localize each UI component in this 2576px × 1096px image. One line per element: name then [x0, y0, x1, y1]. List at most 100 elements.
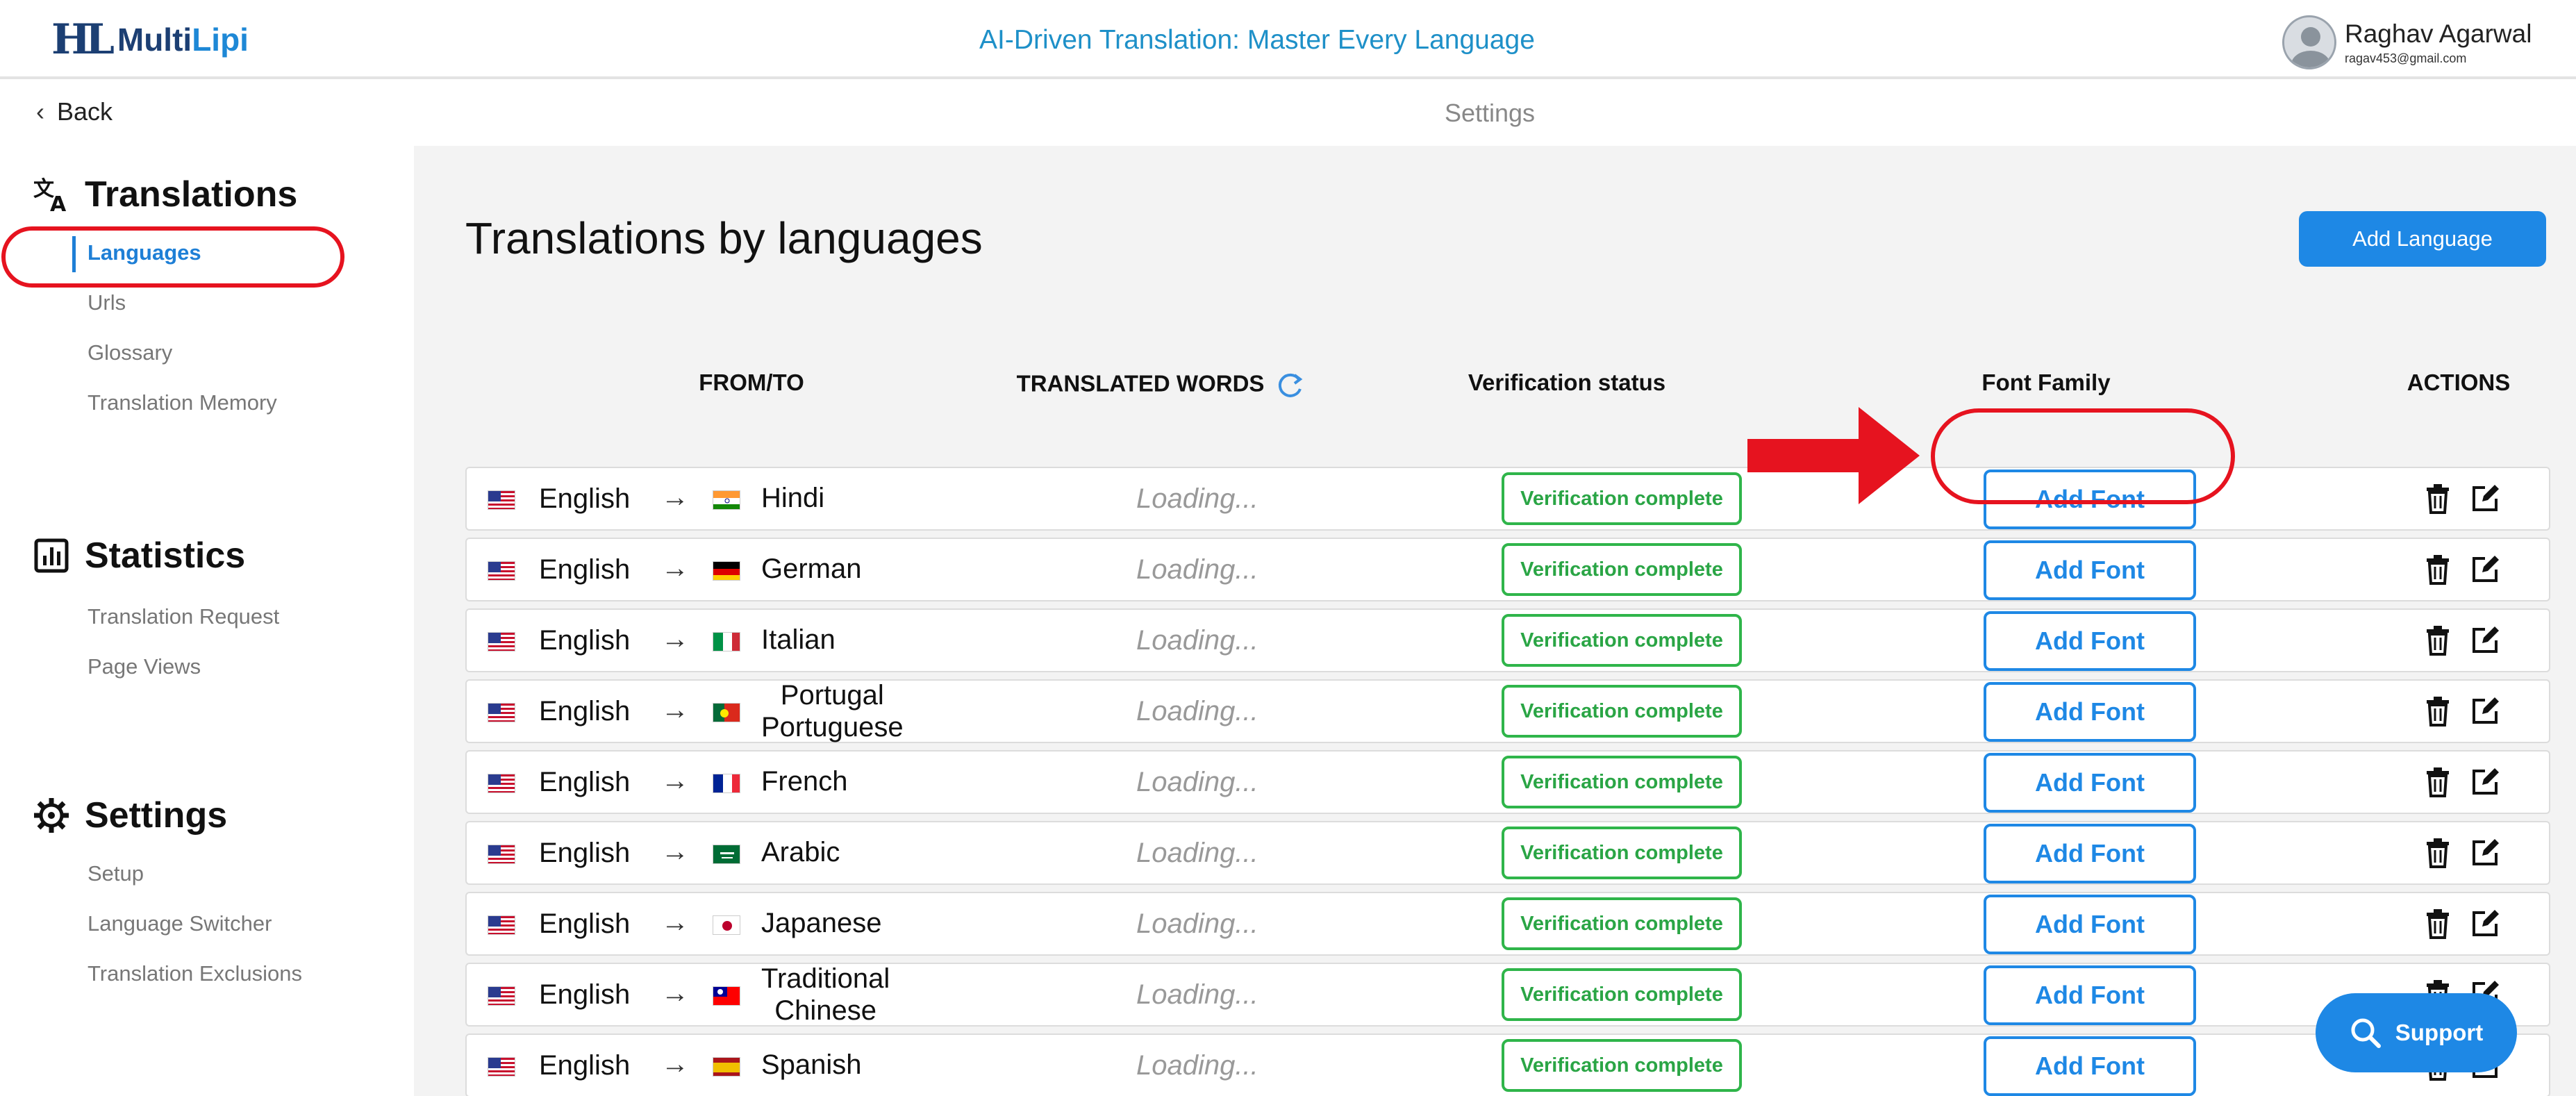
column-header-font-family: Font Family [1981, 370, 2111, 395]
verification-status-badge: Verification complete [1502, 897, 1742, 950]
target-language-line: Chinese [774, 995, 877, 1026]
refresh-icon[interactable] [1274, 370, 1306, 401]
source-language: English [539, 554, 631, 585]
trash-icon[interactable] [2424, 838, 2452, 868]
translate-icon: 文 A [33, 177, 67, 214]
sidebar-item-translation-request[interactable]: Translation Request [88, 604, 279, 629]
table-row: English → French Loading... Verification com… [465, 750, 2550, 814]
us-flag-icon [488, 561, 515, 581]
portugal-flag-icon [713, 703, 740, 722]
italy-flag-icon [713, 632, 740, 651]
table-row: English → Spanish Loading... Verification co… [465, 1033, 2550, 1096]
arrow-annotation-icon [1747, 407, 1920, 504]
edit-icon[interactable] [2470, 625, 2500, 656]
verification-status-badge: Verification complete [1502, 614, 1742, 667]
source-language: English [539, 625, 631, 656]
japan-flag-icon [713, 915, 740, 935]
trash-icon[interactable] [2424, 554, 2452, 585]
translated-words-value: Loading... [1136, 483, 1258, 514]
table-row: English → German Loading... Verification com… [465, 538, 2550, 601]
arrow-right-icon: → [661, 624, 689, 654]
us-flag-icon [488, 845, 515, 864]
translated-words-value: Loading... [1136, 767, 1258, 797]
add-language-button[interactable]: Add Language [2299, 211, 2546, 267]
trash-icon[interactable] [2424, 483, 2452, 514]
translated-words-value: Loading... [1136, 554, 1258, 585]
sidebar-item-page-views[interactable]: Page Views [88, 654, 201, 679]
table-row: English → Arabic Loading... Verification com… [465, 821, 2550, 885]
svg-text:A: A [50, 192, 67, 214]
translated-words-value: Loading... [1136, 979, 1258, 1010]
add-font-button[interactable]: Add Font [1984, 540, 2196, 600]
source-language: English [539, 908, 631, 939]
table-row: English → Japanese Loading... Verification c… [465, 892, 2550, 956]
table-row: English → Italian Loading... Verification co… [465, 608, 2550, 672]
trash-icon[interactable] [2424, 625, 2452, 656]
sidebar-item-translation-memory[interactable]: Translation Memory [88, 390, 277, 415]
sidebar-item-setup[interactable]: Setup [88, 861, 144, 886]
translated-words-value: Loading... [1136, 838, 1258, 868]
page-title: Translations by languages [465, 213, 983, 263]
source-language: English [539, 767, 631, 797]
highlight-annotation [1931, 408, 2235, 504]
user-email: ragav453@gmail.com [2345, 51, 2467, 65]
edit-icon[interactable] [2470, 767, 2500, 797]
column-header-label: TRANSLATED WORDS [1016, 370, 1265, 397]
saudi-arabia-flag-icon [713, 845, 740, 864]
edit-icon[interactable] [2470, 554, 2500, 585]
table-row: English → Hindi Loading... Verification comp… [465, 467, 2550, 531]
column-header-from-to: FROM/TO [699, 370, 804, 395]
table-row: English → Portugal Portuguese Loading... Veri… [465, 679, 2550, 743]
add-font-button[interactable]: Add Font [1984, 895, 2196, 954]
trash-icon[interactable] [2424, 767, 2452, 797]
add-font-button[interactable]: Add Font [1984, 753, 2196, 813]
arrow-right-icon: → [661, 836, 689, 867]
verification-status-badge: Verification complete [1502, 968, 1742, 1021]
support-label: Support [2395, 1020, 2484, 1045]
section-translations: 文 A Translations [32, 174, 297, 215]
page-section-title: Settings [1444, 99, 1536, 127]
arrow-right-icon: → [661, 907, 689, 938]
germany-flag-icon [713, 561, 740, 581]
add-font-button[interactable]: Add Font [1984, 682, 2196, 742]
edit-icon[interactable] [2470, 838, 2500, 868]
section-title: Settings [85, 795, 228, 836]
support-button[interactable]: Support [2316, 993, 2517, 1072]
us-flag-icon [488, 632, 515, 651]
source-language: English [539, 838, 631, 868]
top-header: HL Multi Lipi AI-Driven Translation: Mas… [0, 0, 2576, 79]
sidebar-item-language-switcher[interactable]: Language Switcher [88, 911, 272, 936]
add-font-button[interactable]: Add Font [1984, 611, 2196, 671]
trash-icon[interactable] [2424, 908, 2452, 939]
add-font-button[interactable]: Add Font [1984, 1036, 2196, 1096]
sidebar-item-urls[interactable]: Urls [88, 290, 126, 315]
translated-words-value: Loading... [1136, 908, 1258, 939]
source-language: English [539, 1050, 631, 1081]
verification-status-badge: Verification complete [1502, 827, 1742, 879]
source-language: English [539, 483, 631, 514]
add-font-button[interactable]: Add Font [1984, 965, 2196, 1025]
sidebar-item-translation-exclusions[interactable]: Translation Exclusions [88, 961, 302, 986]
section-settings: Settings [32, 795, 227, 836]
sidebar-item-glossary[interactable]: Glossary [88, 340, 172, 365]
edit-icon[interactable] [2470, 908, 2500, 939]
add-font-button[interactable]: Add Font [1984, 824, 2196, 883]
user-profile[interactable]: Raghav Agarwal ragav453@gmail.com [2282, 15, 2532, 69]
main-content: Translations by languages Add Language F… [414, 146, 2576, 1096]
arrow-right-icon: → [661, 978, 689, 1008]
target-language-line: Traditional [761, 963, 890, 994]
verification-status-badge: Verification complete [1502, 543, 1742, 596]
column-header-verification-status: Verification status [1468, 370, 1666, 395]
us-flag-icon [488, 1057, 515, 1077]
avatar[interactable] [2282, 15, 2336, 69]
source-language: English [539, 696, 631, 726]
target-language: German [761, 554, 862, 584]
column-header-actions: ACTIONS [2407, 370, 2511, 395]
target-language: French [761, 766, 848, 797]
trash-icon[interactable] [2424, 696, 2452, 726]
india-flag-icon [713, 490, 740, 510]
section-title: Translations [85, 174, 298, 215]
edit-icon[interactable] [2470, 696, 2500, 726]
edit-icon[interactable] [2470, 483, 2500, 514]
us-flag-icon [488, 774, 515, 793]
